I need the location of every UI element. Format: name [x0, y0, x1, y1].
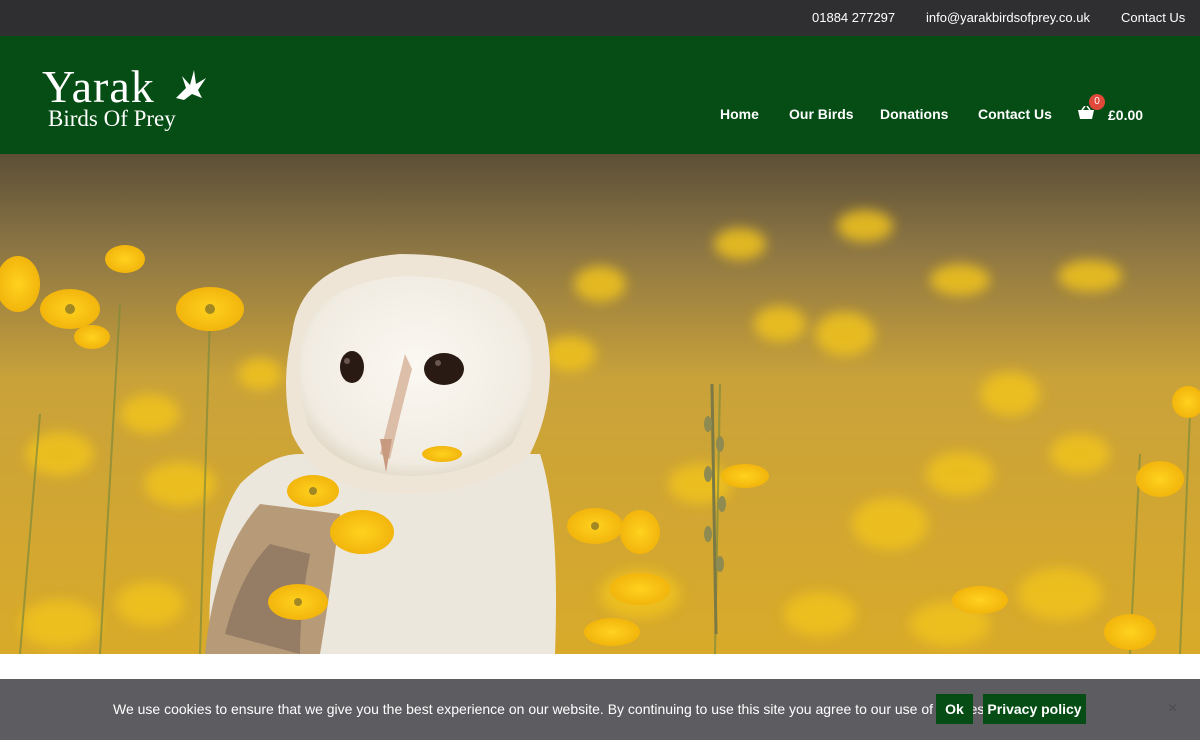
logo-subtitle: Birds Of Prey — [48, 106, 176, 131]
site-header: Yarak Birds Of Prey Home Our Birds Donat… — [0, 36, 1200, 154]
privacy-policy-button[interactable]: Privacy policy — [983, 694, 1086, 724]
cart-button[interactable]: 0 £0.00 — [1078, 94, 1158, 126]
nav-contact-us[interactable]: Contact Us — [978, 106, 1052, 122]
nav-home[interactable]: Home — [720, 106, 759, 122]
barn-owl-photo — [0, 154, 1200, 654]
phone-number[interactable]: 01884 277297 — [812, 10, 895, 25]
close-icon[interactable]: × — [1168, 700, 1177, 718]
site-logo[interactable]: Yarak Birds Of Prey — [42, 64, 222, 134]
top-bar: 01884 277297 info@yarakbirdsofprey.co.uk… — [0, 0, 1200, 36]
email-link[interactable]: info@yarakbirdsofprey.co.uk — [926, 10, 1090, 25]
bird-logo-icon — [176, 70, 206, 100]
hero-image — [0, 154, 1200, 654]
cart-count-badge: 0 — [1089, 94, 1105, 110]
cookie-message: We use cookies to ensure that we give yo… — [113, 701, 989, 717]
nav-donations[interactable]: Donations — [880, 106, 948, 122]
cookie-notice: We use cookies to ensure that we give yo… — [0, 679, 1200, 740]
cart-total: £0.00 — [1108, 107, 1144, 123]
nav-our-birds[interactable]: Our Birds — [789, 106, 854, 122]
logo-name: Yarak — [42, 61, 155, 112]
top-contact-link[interactable]: Contact Us — [1121, 10, 1185, 25]
cookie-ok-button[interactable]: Ok — [936, 694, 973, 724]
